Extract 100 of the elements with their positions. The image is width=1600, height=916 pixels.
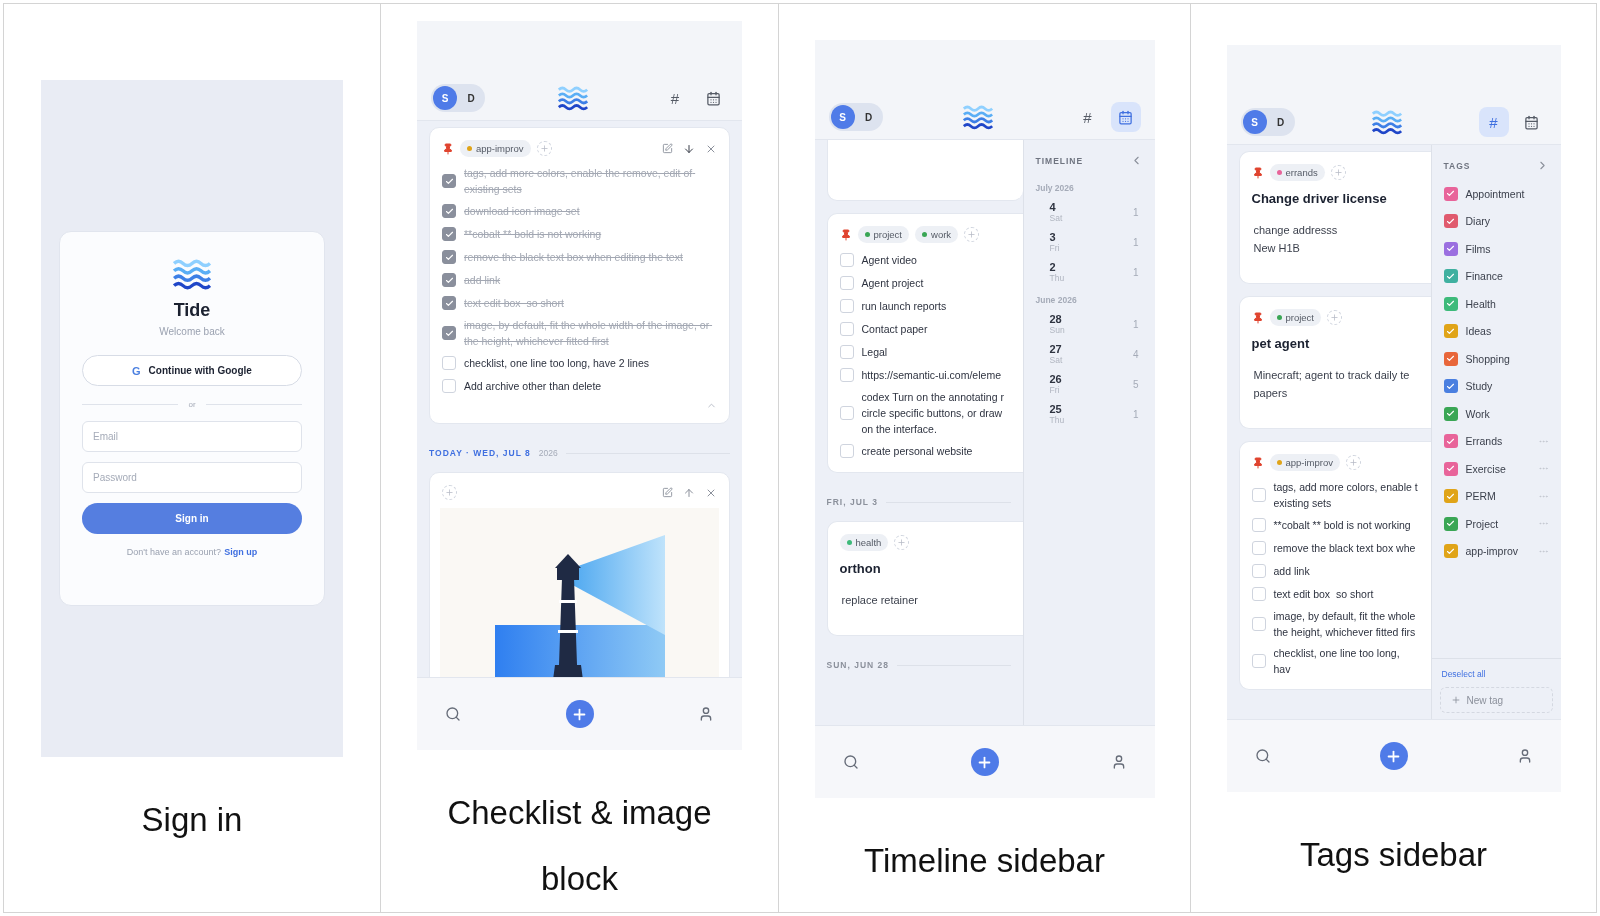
checkbox[interactable] [1251, 654, 1266, 668]
plus-icon [1349, 458, 1359, 467]
tag-name[interactable]: Work [1465, 407, 1549, 420]
checkbox[interactable] [442, 204, 456, 218]
checkbox[interactable] [1251, 564, 1266, 578]
tag-checkbox[interactable] [1443, 489, 1458, 504]
check-icon [444, 252, 454, 262]
tag-name[interactable]: Exercise [1465, 462, 1530, 475]
arrow-up-icon[interactable] [683, 486, 695, 499]
tag-name[interactable]: Health [1465, 297, 1549, 310]
checkbox[interactable] [442, 273, 456, 287]
tag-checkbox[interactable] [1443, 269, 1458, 284]
workspace-avatar[interactable]: S [1242, 110, 1267, 134]
checkbox[interactable] [442, 296, 456, 310]
tags-button[interactable]: # [1478, 107, 1509, 137]
checkbox[interactable] [442, 356, 456, 370]
checkbox[interactable] [442, 227, 456, 241]
arrow-down-icon[interactable] [683, 142, 695, 155]
tag-checkbox[interactable] [1443, 186, 1458, 201]
day-number[interactable]: 3 [1049, 231, 1060, 243]
day-number[interactable]: 27 [1049, 343, 1063, 355]
tag-name[interactable]: Diary [1465, 215, 1549, 228]
add-button[interactable] [565, 700, 594, 728]
password-field[interactable]: Password [82, 462, 302, 493]
tag-checkbox[interactable] [1443, 406, 1458, 421]
checkbox[interactable] [442, 326, 456, 340]
tag-chip[interactable]: work [915, 226, 959, 243]
email-field[interactable]: Email [82, 421, 302, 452]
deselect-all-link[interactable]: Deselect all [1439, 669, 1553, 679]
check-icon [444, 229, 454, 239]
checkbox[interactable] [839, 322, 854, 336]
tag-checkbox[interactable] [1443, 324, 1458, 339]
tag-chip[interactable]: project [857, 226, 909, 243]
tag-checkbox[interactable] [1443, 461, 1458, 476]
tags-button[interactable]: # [660, 83, 690, 113]
screen-caption: Tags sidebar [1298, 835, 1489, 875]
day-number[interactable]: 2 [1049, 261, 1065, 273]
tag-checkbox[interactable] [1443, 214, 1458, 229]
tag-name[interactable]: Shopping [1465, 352, 1549, 365]
edit-icon[interactable] [662, 487, 673, 498]
tag-chip[interactable]: app-improv [1269, 454, 1341, 471]
date-label: FRI, JUL 3 [826, 497, 878, 507]
tag-name[interactable]: PERM [1465, 490, 1530, 503]
tag-chip[interactable]: health [839, 534, 889, 551]
checkbox[interactable] [1251, 587, 1266, 601]
tag-name[interactable]: Appointment [1465, 187, 1549, 200]
day-number[interactable]: 26 [1049, 373, 1062, 385]
tag-checkbox[interactable] [1443, 241, 1458, 256]
search-icon[interactable] [1254, 748, 1271, 764]
tag-name[interactable]: Films [1465, 242, 1549, 255]
checkbox[interactable] [1251, 488, 1266, 502]
tag-chip[interactable]: app-improv [460, 140, 531, 157]
sign-up-link[interactable]: Sign up [224, 547, 258, 557]
day-number[interactable]: 28 [1049, 313, 1065, 325]
checkbox[interactable] [839, 299, 854, 313]
day-number[interactable]: 4 [1049, 201, 1063, 213]
checkbox[interactable] [442, 379, 456, 393]
workspace-avatar[interactable]: S [830, 105, 855, 129]
checklist-item-text: image, by default, fit the whole the height, whichever fitted firs [1273, 609, 1416, 640]
workspace-avatar[interactable]: S [433, 86, 457, 110]
tag-checkbox[interactable] [1443, 296, 1458, 311]
user-icon[interactable] [698, 706, 714, 722]
checkbox[interactable] [839, 368, 854, 382]
checkbox[interactable] [839, 406, 854, 420]
tags-button[interactable]: # [1072, 102, 1103, 132]
google-sign-in-button[interactable]: G Continue with Google [82, 355, 302, 386]
tag-checkbox[interactable] [1443, 351, 1458, 366]
add-button[interactable] [1379, 742, 1408, 770]
checkbox[interactable] [1251, 518, 1266, 532]
calendar-button[interactable] [1110, 102, 1141, 132]
tag-checkbox[interactable] [1443, 516, 1458, 531]
note-count: 1 [1132, 266, 1139, 278]
checkbox[interactable] [839, 345, 854, 359]
checkbox[interactable] [442, 174, 456, 188]
day-number[interactable]: 25 [1049, 403, 1065, 415]
tag-checkbox[interactable] [1443, 379, 1458, 394]
tag-name[interactable]: Project [1465, 517, 1530, 530]
check-icon [444, 206, 454, 216]
tag-name[interactable]: Finance [1465, 270, 1549, 283]
edit-icon[interactable] [662, 143, 673, 154]
checkbox[interactable] [839, 276, 854, 290]
tag-chip[interactable]: project [1269, 309, 1321, 326]
add-button[interactable] [970, 748, 999, 776]
checkbox[interactable] [1251, 617, 1266, 631]
search-icon[interactable] [842, 754, 859, 770]
tag-name[interactable]: Errands [1465, 435, 1530, 448]
tag-name[interactable]: Study [1465, 380, 1549, 393]
checkbox[interactable] [839, 444, 854, 458]
sign-in-button[interactable]: Sign in [82, 503, 302, 534]
tag-checkbox[interactable] [1443, 544, 1458, 559]
tag-name[interactable]: Ideas [1465, 325, 1549, 338]
search-icon[interactable] [445, 706, 461, 722]
checkbox[interactable] [1251, 541, 1266, 555]
tag-chip[interactable]: errands [1269, 164, 1325, 181]
tag-name[interactable]: app-improv [1465, 545, 1530, 558]
checkbox[interactable] [839, 253, 854, 267]
check-icon [1446, 519, 1455, 529]
checkbox[interactable] [442, 250, 456, 264]
wave-logo-icon [557, 85, 588, 111]
tag-checkbox[interactable] [1443, 434, 1458, 449]
